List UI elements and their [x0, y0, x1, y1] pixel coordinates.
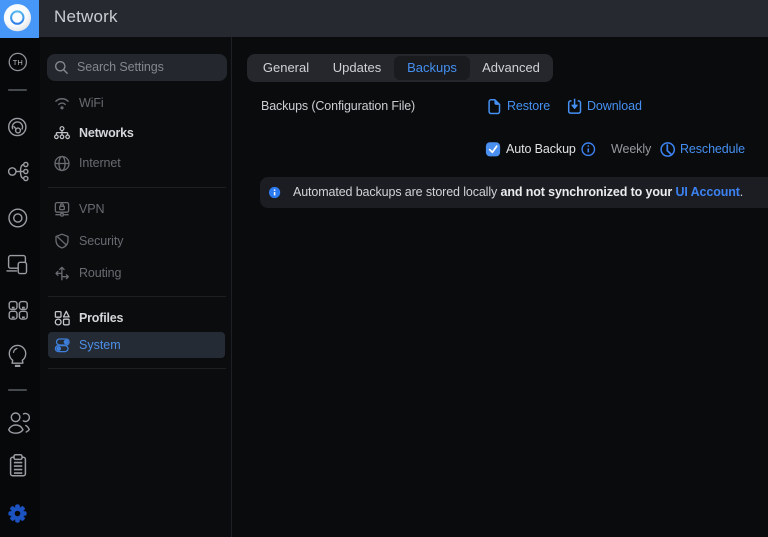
svg-text:TH: TH	[13, 58, 23, 67]
